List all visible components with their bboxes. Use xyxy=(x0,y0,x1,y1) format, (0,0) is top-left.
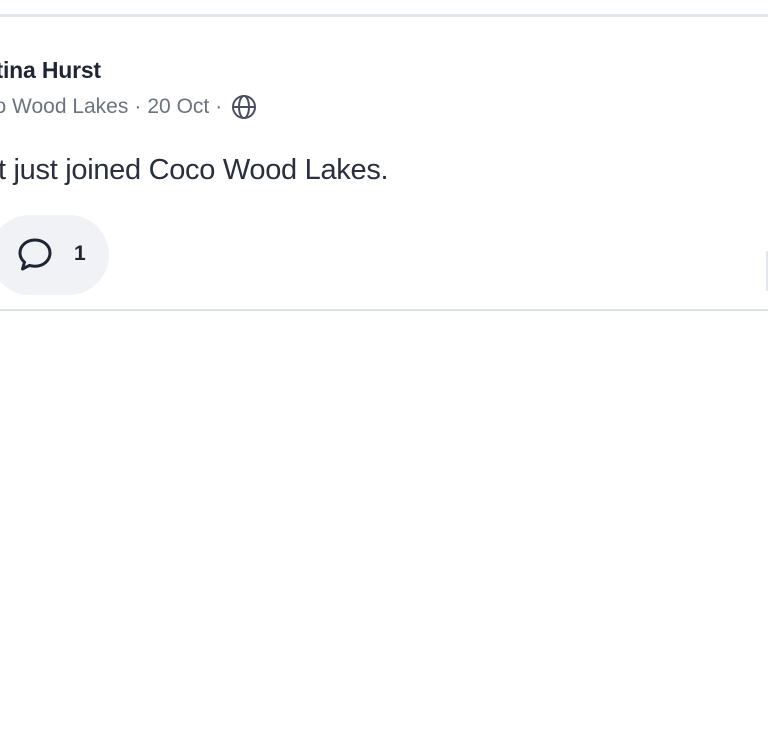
comment-count: 1 xyxy=(74,242,86,265)
feed-post-card: ristina Hurst co Wood Lakes · 20 Oct · H… xyxy=(0,17,768,311)
post-meta-row: co Wood Lakes · 20 Oct · xyxy=(0,93,258,121)
post-body-text: Hurst just joined Coco Wood Lakes. xyxy=(0,154,389,186)
previous-post-bottom xyxy=(0,0,768,17)
post-date[interactable]: 20 Oct xyxy=(147,95,209,119)
post-group-link[interactable]: co Wood Lakes xyxy=(0,95,128,119)
meta-separator: · xyxy=(215,95,223,118)
meta-separator: · xyxy=(134,95,142,118)
comment-bubble-icon xyxy=(16,236,54,274)
comment-button[interactable]: 1 xyxy=(0,215,109,295)
globe-icon xyxy=(230,93,258,121)
post-author-name[interactable]: ristina Hurst xyxy=(0,57,101,84)
